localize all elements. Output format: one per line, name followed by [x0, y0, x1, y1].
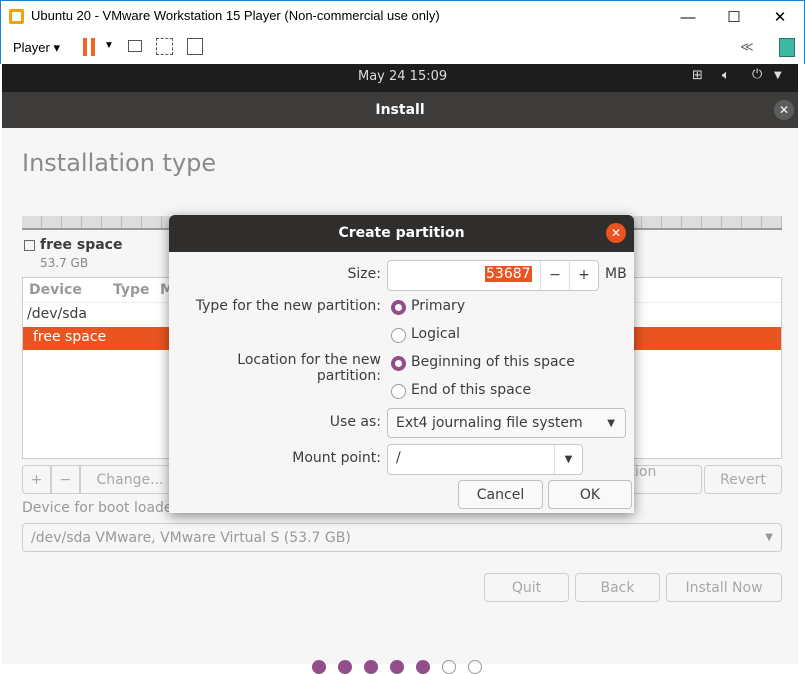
bootloader-select[interactable]: /dev/sda VMware, VMware Virtual S (53.7 …	[22, 523, 782, 552]
primary-label[interactable]: Primary	[411, 298, 465, 314]
fullscreen-icon[interactable]	[156, 38, 173, 55]
power-icon[interactable]: ⏻	[752, 67, 762, 82]
close-dialog-icon[interactable]: ✕	[606, 223, 626, 243]
chevron-down-icon[interactable]: ▼	[554, 445, 582, 474]
ok-button[interactable]: OK	[548, 480, 632, 509]
beginning-label[interactable]: Beginning of this space	[411, 354, 575, 370]
add-partition-button[interactable]: +	[22, 465, 51, 494]
collapse-icon[interactable]: ≪	[740, 39, 754, 55]
column-type[interactable]: Type	[113, 282, 150, 298]
radio-end[interactable]	[391, 384, 406, 399]
type-label: Type for the new partition:	[195, 298, 381, 314]
install-header: Install ✕	[2, 92, 798, 128]
chevron-down-icon: ▼	[765, 532, 773, 543]
vmware-toolbar: Player ▾ ▼ ≪	[0, 32, 805, 64]
cancel-button[interactable]: Cancel	[458, 480, 543, 509]
notes-icon[interactable]	[779, 38, 795, 57]
create-partition-dialog: Create partition ✕ Size: 53687 − + MB Ty…	[169, 215, 634, 513]
install-now-button[interactable]: Install Now	[666, 573, 782, 602]
maximize-button[interactable]: ☐	[711, 1, 757, 33]
back-button[interactable]: Back	[575, 573, 660, 602]
column-device[interactable]: Device	[29, 282, 82, 298]
revert-button[interactable]: Revert	[704, 465, 782, 494]
change-partition-button[interactable]: Change...	[80, 465, 180, 494]
vmware-logo-icon	[9, 9, 24, 24]
window-titlebar: Ubuntu 20 - VMware Workstation 15 Player…	[0, 0, 805, 32]
use-as-select[interactable]: Ext4 journaling file system ▼	[387, 408, 626, 438]
remove-partition-button[interactable]: −	[51, 465, 80, 494]
clock[interactable]: May 24 15:09	[358, 69, 447, 84]
window-title: Ubuntu 20 - VMware Workstation 15 Player…	[31, 8, 440, 23]
row-device: /dev/sda	[27, 306, 87, 322]
size-label: Size:	[347, 266, 381, 282]
disk-label: free space	[40, 237, 123, 253]
progress-dots	[312, 660, 482, 674]
location-label: Location for the new partition:	[237, 352, 381, 384]
unity-icon[interactable]	[187, 38, 203, 55]
size-decrease-button[interactable]: −	[540, 261, 569, 290]
install-title: Install	[375, 102, 425, 118]
pause-icon[interactable]	[83, 38, 87, 56]
logical-label[interactable]: Logical	[411, 326, 460, 342]
radio-logical[interactable]	[391, 328, 406, 343]
size-increase-button[interactable]: +	[569, 261, 598, 290]
radio-beginning[interactable]	[391, 356, 406, 371]
dialog-header: Create partition ✕	[169, 215, 634, 252]
mount-label: Mount point:	[292, 450, 381, 466]
close-window-button[interactable]: ✕	[757, 1, 803, 33]
send-ctrl-alt-del-icon[interactable]	[128, 40, 142, 52]
close-install-icon[interactable]: ✕	[774, 100, 794, 120]
size-unit: MB	[605, 266, 627, 282]
system-menu-arrow-icon[interactable]: ▼	[774, 70, 782, 81]
row-device: free space	[33, 329, 107, 345]
free-space-swatch	[24, 240, 35, 251]
use-as-label: Use as:	[329, 414, 381, 430]
quit-button[interactable]: Quit	[484, 573, 569, 602]
dialog-title: Create partition	[338, 225, 465, 241]
pause-dropdown-icon[interactable]: ▼	[104, 40, 114, 51]
minimize-button[interactable]: —	[665, 1, 711, 33]
player-menu[interactable]: Player ▾	[13, 40, 60, 56]
chevron-down-icon: ▼	[607, 417, 615, 429]
disk-size: 53.7 GB	[40, 256, 89, 270]
radio-primary[interactable]	[391, 300, 406, 315]
network-icon[interactable]: ⊞	[692, 68, 703, 83]
use-as-value: Ext4 journaling file system	[396, 415, 583, 431]
mount-combobox[interactable]: / ▼	[387, 444, 583, 475]
end-label[interactable]: End of this space	[411, 382, 531, 398]
mount-input[interactable]: /	[396, 450, 401, 466]
page-title: Installation type	[22, 149, 217, 177]
size-input[interactable]: 53687	[485, 266, 532, 282]
size-spinbox[interactable]: 53687 − +	[387, 260, 599, 291]
ubuntu-topbar: May 24 15:09 ⊞ 🔈︎ ⏻ ▼	[2, 64, 798, 92]
bootloader-value: /dev/sda VMware, VMware Virtual S (53.7 …	[31, 529, 351, 546]
volume-icon[interactable]: 🔈︎	[722, 68, 730, 83]
